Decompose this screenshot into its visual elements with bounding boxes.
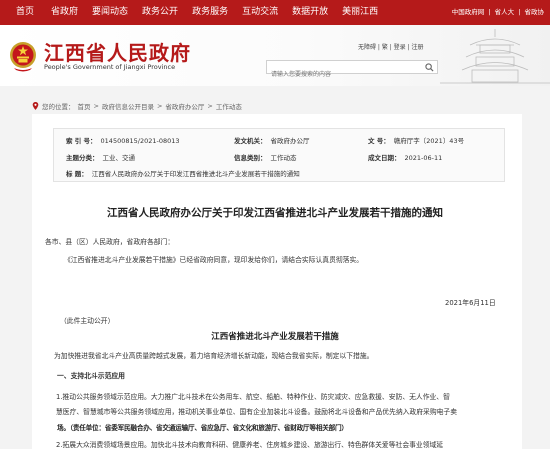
breadcrumb-separator: > xyxy=(207,102,213,110)
item-2-line-1: 2.拓展大众消费领域场景应用。加快北斗技术向教育科研、健康养老、住房城乡建设、旅… xyxy=(56,441,444,449)
link-china-gov[interactable]: 中国政府网 xyxy=(452,8,485,16)
link-provincial-cppcc[interactable]: 省政协 xyxy=(525,8,545,16)
intro-paragraph: 为加快推进我省北斗产业高质量跨越式发展，着力培育经济增长新动能，现结合我省实际，… xyxy=(54,352,374,360)
pavilion-illustration xyxy=(440,29,550,84)
meta-topic-label: 主题分类： xyxy=(66,154,99,162)
meta-issuer: 发文机关： 省政府办公厅 xyxy=(234,135,310,145)
meta-category-label: 信息类别： xyxy=(234,154,267,162)
nav-home[interactable]: 首页 xyxy=(0,0,44,25)
breadcrumb: 您的位置： 首页 > 政府信息公开目录 > 省政府办公厅 > 工作动态 xyxy=(32,101,245,111)
site-header: 江西省人民政府 People's Government of Jiangxi P… xyxy=(0,25,550,86)
meta-title: 标 题： 江西省人民政府办公厅关于印发江西省推进北斗产业发展若干措施的通知 xyxy=(66,168,300,178)
meta-issuer-label: 发文机关： xyxy=(234,137,267,145)
nav-provincial-gov[interactable]: 省政府 xyxy=(44,0,85,25)
search-input[interactable] xyxy=(267,68,422,81)
breadcrumb-separator: > xyxy=(93,102,99,110)
meta-title-label: 标 题： xyxy=(66,170,88,178)
link-provincial-npc[interactable]: 省人大 xyxy=(495,8,515,16)
top-nav: 首页 省政府 要闻动态 政务公开 政务服务 互动交流 数据开放 美丽江西 中国政… xyxy=(0,0,550,25)
meta-issuer-value: 省政府办公厅 xyxy=(270,137,310,145)
meta-index-label: 索 引 号： xyxy=(66,137,97,145)
item-1-line-1: 1.推动公共服务领域示范应用。大力推广北斗技术在公务用车、航空、船舶、特种作业、… xyxy=(56,393,450,401)
meta-index: 索 引 号： 014500815/2021-08013 xyxy=(66,135,180,145)
nav-data-open[interactable]: 数据开放 xyxy=(285,0,335,25)
meta-title-value: 江西省人民政府办公厅关于印发江西省推进北斗产业发展若干措施的通知 xyxy=(91,170,300,178)
body-paragraph-1: 《江西省推进北斗产业发展若干措施》已经省政府同意，现印发给你们，请结合实际认真贯… xyxy=(64,256,364,264)
separator: | xyxy=(488,8,491,16)
header-links[interactable]: 无障碍 | 繁 | 登录 | 注册 xyxy=(358,42,424,51)
meta-date-label: 成文日期： xyxy=(368,154,401,162)
breadcrumb-current[interactable]: 工作动态 xyxy=(216,101,242,111)
location-pin-icon xyxy=(32,102,39,110)
breadcrumb-home[interactable]: 首页 xyxy=(78,101,91,111)
breadcrumb-office[interactable]: 省政府办公厅 xyxy=(165,101,204,111)
breadcrumb-catalog[interactable]: 政府信息公开目录 xyxy=(102,101,154,111)
national-emblem-icon[interactable] xyxy=(8,39,38,73)
item-1-responsible-units: 场。（责任单位：省委军民融合办、省交通运输厅、省应急厅、省文化和旅游厅、省财政厅… xyxy=(57,424,348,432)
nav-news[interactable]: 要闻动态 xyxy=(85,0,135,25)
nav-gov-affairs-open[interactable]: 政务公开 xyxy=(135,0,185,25)
measures-title: 江西省推进北斗产业发展若干措施 xyxy=(211,332,339,342)
search-box xyxy=(266,60,438,81)
addressee: 各市、县（区）人民政府，省政府各部门： xyxy=(45,238,175,246)
public-note: （此件主动公开） xyxy=(60,317,115,325)
breadcrumb-separator: > xyxy=(156,102,163,110)
site-title[interactable]: 江西省人民政府 xyxy=(44,37,191,66)
search-icon[interactable] xyxy=(425,63,434,72)
meta-docno: 文 号： 赣府厅字〔2021〕43号 xyxy=(368,135,464,145)
meta-index-value: 014500815/2021-08013 xyxy=(100,137,180,145)
section-heading-1: 一、支持北斗示范应用 xyxy=(57,372,125,380)
site-subtitle: People's Government of Jiangxi Province xyxy=(44,63,176,71)
meta-topic-value: 工业、交通 xyxy=(102,154,136,162)
meta-docno-label: 文 号： xyxy=(368,137,390,145)
meta-docno-value: 赣府厅字〔2021〕43号 xyxy=(393,137,465,145)
document-meta-table: 索 引 号： 014500815/2021-08013 发文机关： 省政府办公厅 文… xyxy=(53,128,505,182)
meta-date: 成文日期： 2021-06-11 xyxy=(368,152,442,162)
separator: | xyxy=(518,8,521,16)
nav-beautiful-jiangxi[interactable]: 美丽江西 xyxy=(335,0,385,25)
meta-topic: 主题分类： 工业、交通 xyxy=(66,152,135,162)
nav-gov-services[interactable]: 政务服务 xyxy=(185,0,235,25)
document-title: 江西省人民政府办公厅关于印发江西省推进北斗产业发展若干措施的通知 xyxy=(107,207,443,219)
nav-interaction[interactable]: 互动交流 xyxy=(235,0,285,25)
signing-date: 2021年6月11日 xyxy=(445,299,496,307)
meta-category-value: 工作动态 xyxy=(270,154,297,162)
meta-date-value: 2021-06-11 xyxy=(404,154,443,162)
breadcrumb-label: 您的位置： xyxy=(42,103,75,111)
meta-category: 信息类别： 工作动态 xyxy=(234,152,297,162)
item-1-line-2: 慧医疗、智慧城市等公共服务领域应用，推动机关事业单位、国有企业加装北斗设备。鼓励… xyxy=(56,408,458,416)
top-right-links: 中国政府网 | 省人大 | 省政协 xyxy=(450,0,544,25)
